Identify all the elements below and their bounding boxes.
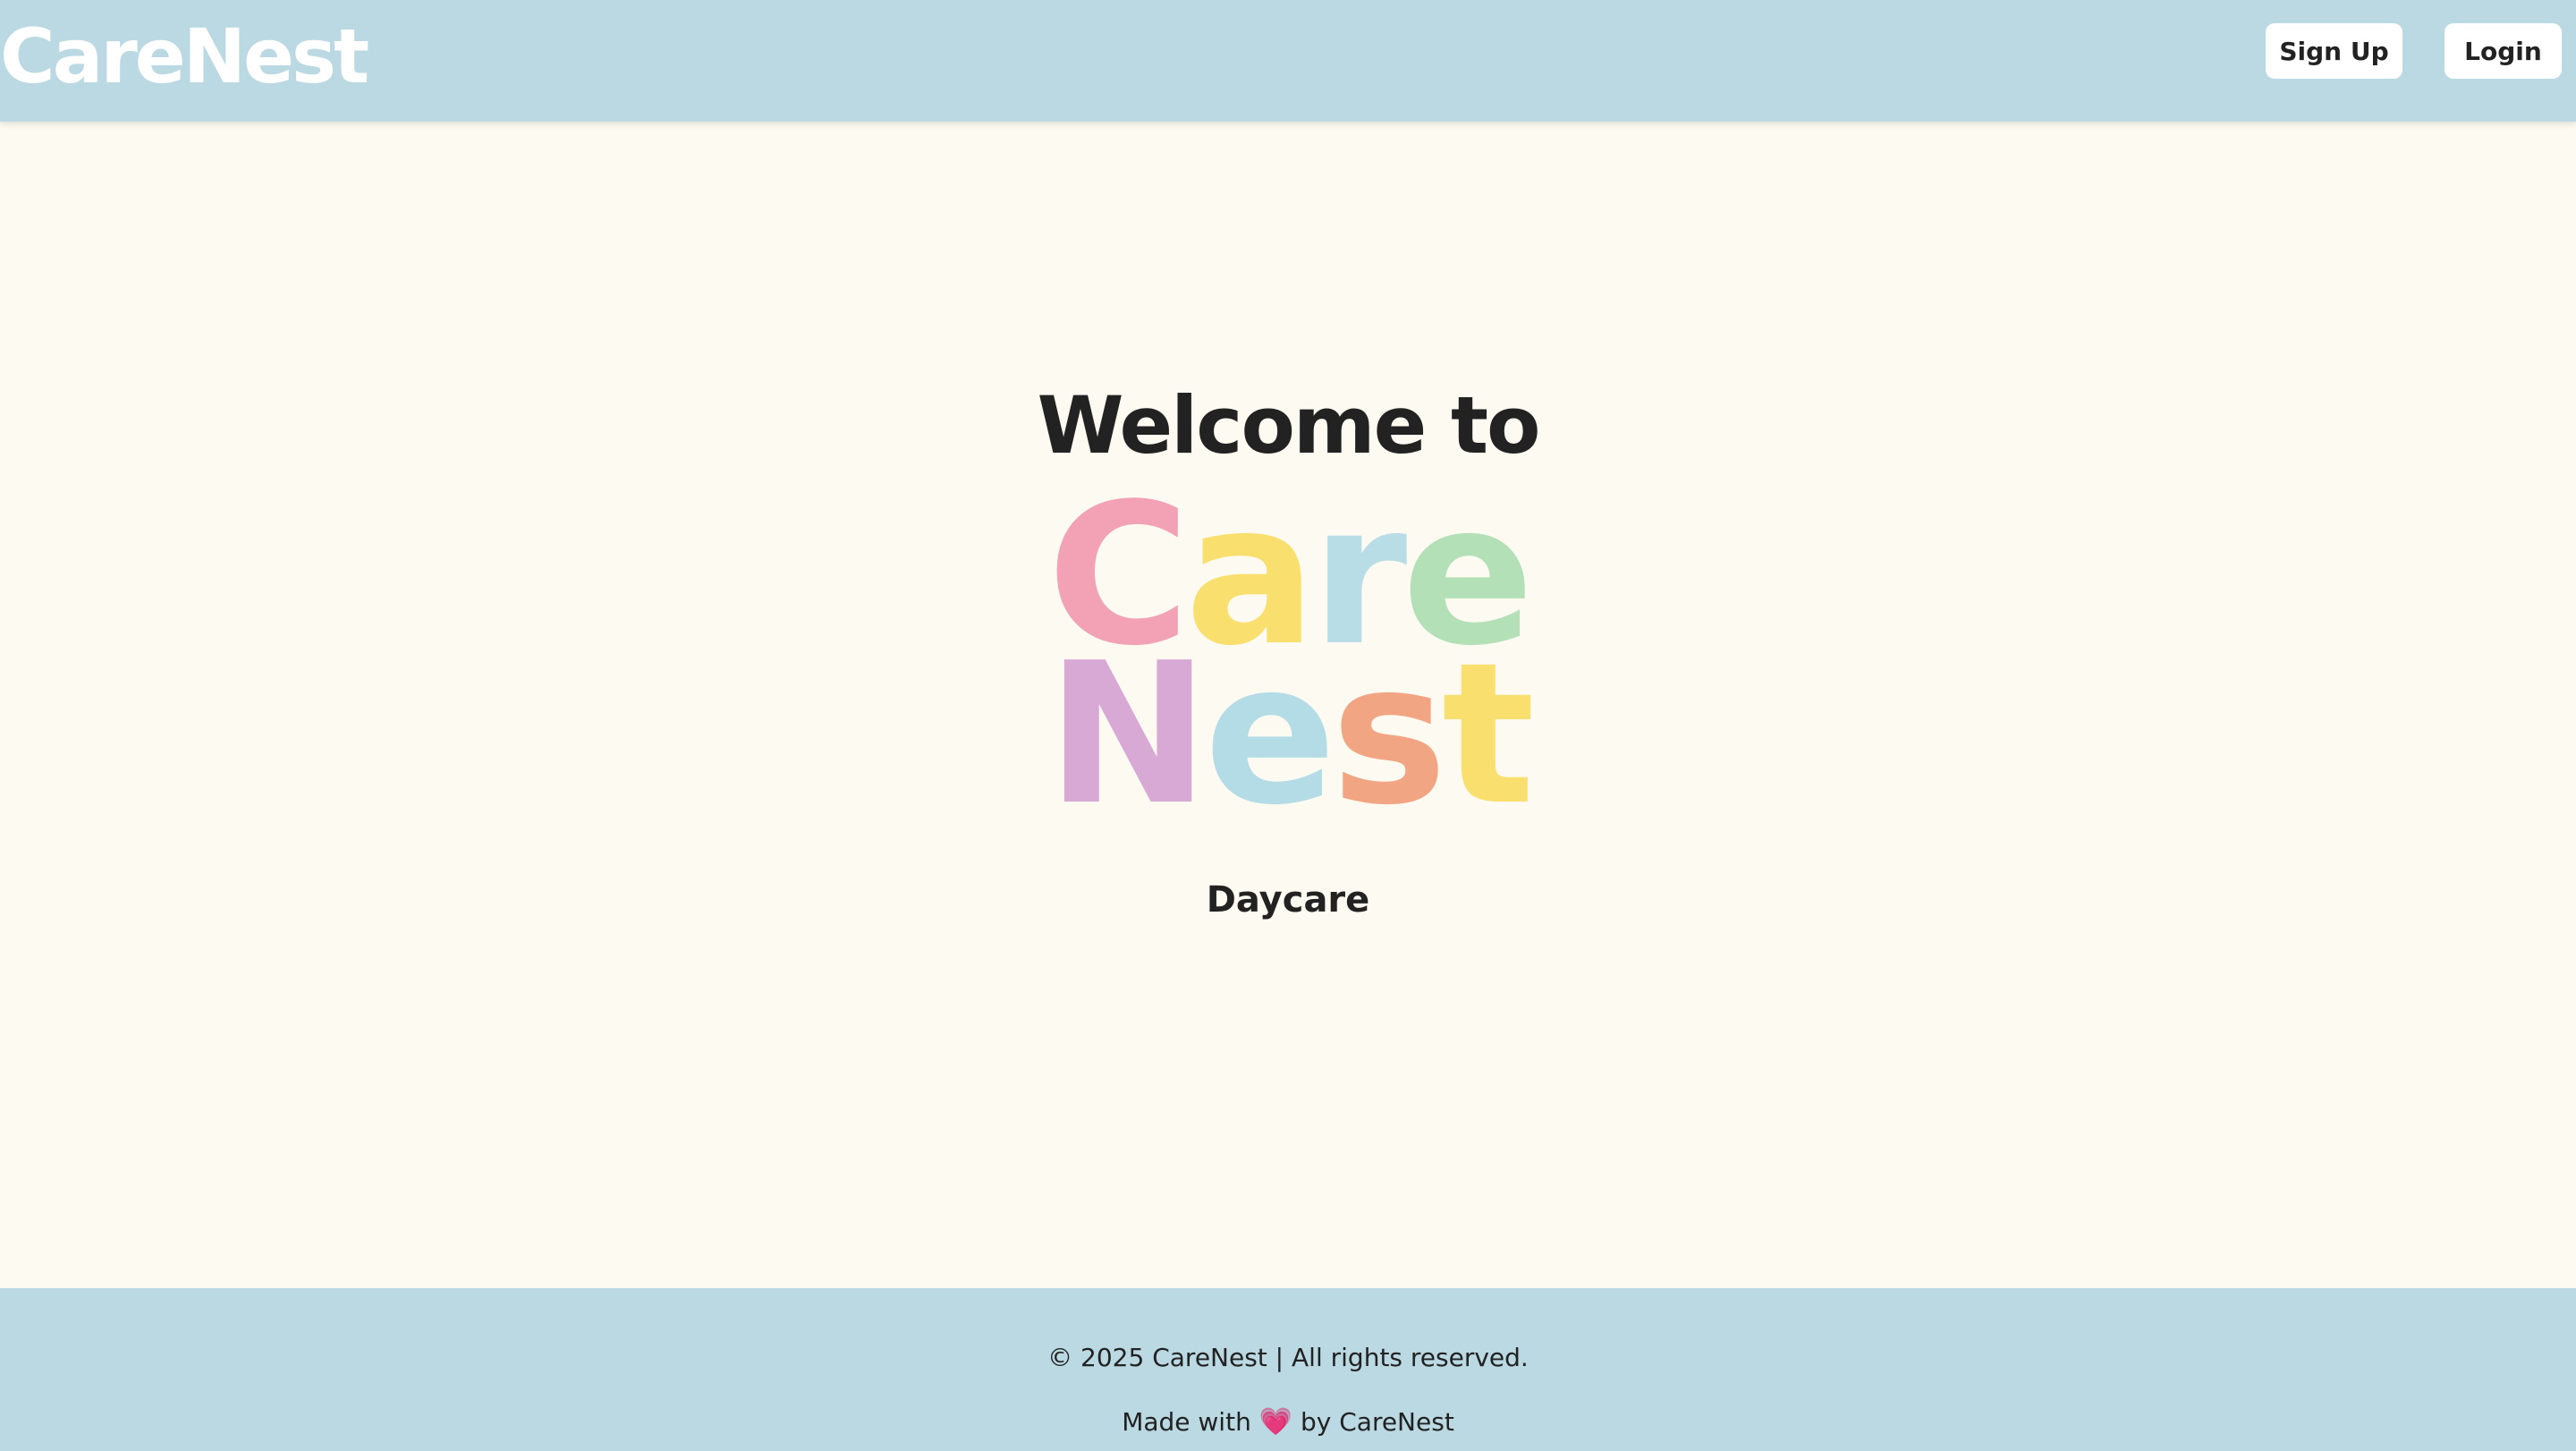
hero-section: Welcome to Care Nest Daycare xyxy=(0,122,2576,1288)
logo-letter: t xyxy=(1441,622,1535,848)
login-button[interactable]: Login xyxy=(2445,23,2562,79)
welcome-heading: Welcome to xyxy=(1037,379,1541,471)
brand-logo[interactable]: CareNest xyxy=(0,7,369,106)
made-with-prefix: Made with xyxy=(1122,1407,1251,1437)
heart-icon: 💗 xyxy=(1258,1406,1293,1438)
sign-up-button[interactable]: Sign Up xyxy=(2266,23,2402,79)
logo-letter: N xyxy=(1046,622,1209,848)
logo-letter: s xyxy=(1331,622,1447,848)
logo-letter: e xyxy=(1204,622,1336,848)
copyright-text: © 2025 CareNest | All rights reserved. xyxy=(1047,1343,1529,1372)
tagline: Daycare xyxy=(1206,879,1370,921)
logo-word-nest: Nest xyxy=(0,622,2576,848)
made-with-suffix: by CareNest xyxy=(1300,1407,1454,1437)
top-navbar: CareNest Sign Up Login xyxy=(0,0,2576,122)
made-with-text: Made with 💗 by CareNest xyxy=(0,1404,2576,1440)
footer: © 2025 CareNest | All rights reserved. M… xyxy=(0,1288,2576,1451)
